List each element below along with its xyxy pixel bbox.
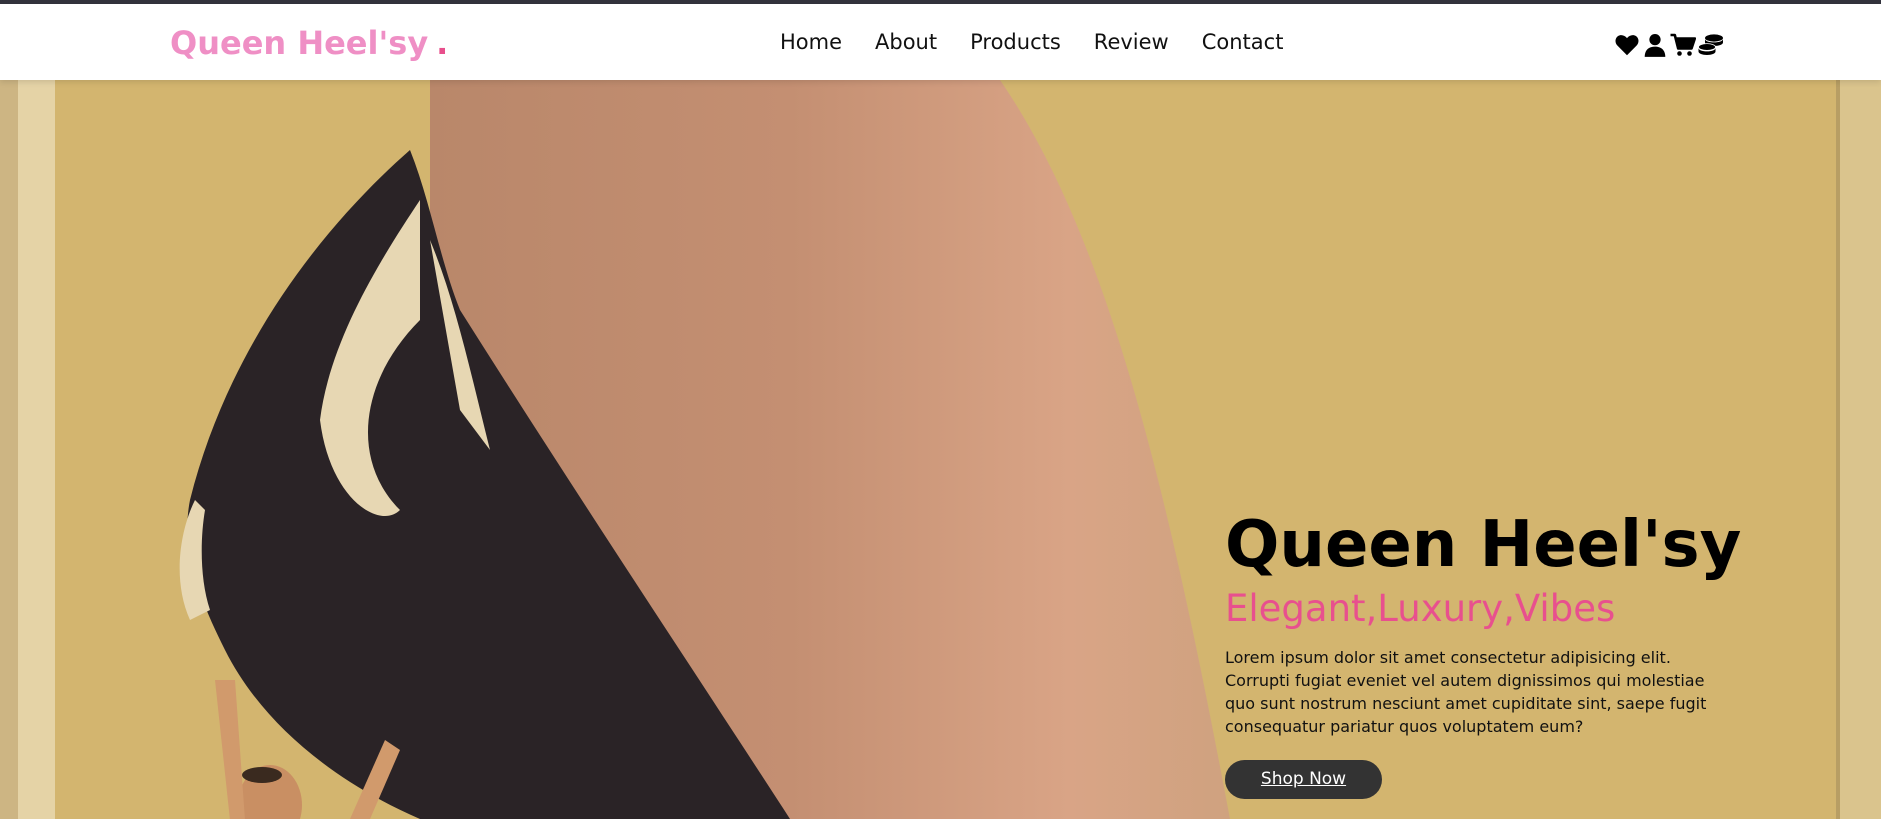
hero-section: Queen Heel'sy Elegant,Luxury,Vibes Lorem… bbox=[0, 80, 1881, 819]
heart-icon[interactable] bbox=[1614, 31, 1640, 59]
hero-description: Lorem ipsum dolor sit amet consectetur a… bbox=[1225, 648, 1707, 737]
user-icon[interactable] bbox=[1642, 31, 1668, 59]
header-icons bbox=[1614, 31, 1724, 59]
logo[interactable]: Queen Heel'sy. bbox=[170, 24, 448, 62]
nav-products[interactable]: Products bbox=[970, 30, 1061, 54]
logo-text: Queen Heel'sy bbox=[170, 24, 429, 62]
shop-now-button[interactable]: Shop Now bbox=[1225, 760, 1382, 800]
hero-title: Queen Heel'sy bbox=[1225, 508, 1742, 582]
logo-dot: . bbox=[436, 24, 449, 62]
hero-subtitle: Elegant,Luxury,Vibes bbox=[1225, 587, 1616, 631]
cart-icon[interactable] bbox=[1670, 31, 1696, 59]
main-nav: Home About Products Review Contact bbox=[780, 30, 1283, 54]
nav-about[interactable]: About bbox=[875, 30, 937, 54]
nav-contact[interactable]: Contact bbox=[1202, 30, 1284, 54]
site-header: Queen Heel'sy. Home About Products Revie… bbox=[0, 4, 1881, 80]
nav-home[interactable]: Home bbox=[780, 30, 842, 54]
hero-content: Queen Heel'sy Elegant,Luxury,Vibes Lorem… bbox=[1225, 508, 1742, 800]
coins-icon[interactable] bbox=[1698, 31, 1724, 59]
nav-review[interactable]: Review bbox=[1094, 30, 1169, 54]
